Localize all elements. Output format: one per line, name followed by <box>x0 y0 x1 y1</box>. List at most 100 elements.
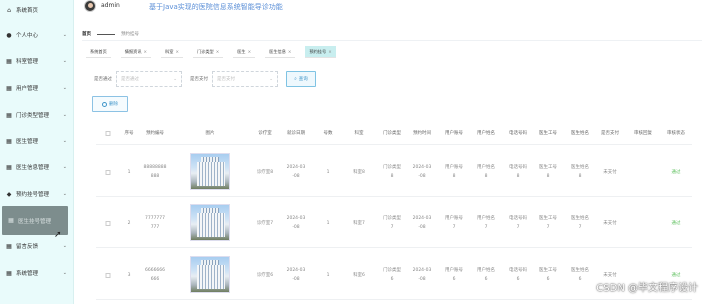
sidebar-item-label: 用户管理 <box>16 86 39 92</box>
grid-icon: ▦ <box>8 217 14 224</box>
tab[interactable]: 门诊类型 × <box>192 46 224 58</box>
search-button-label: 查询 <box>298 77 308 82</box>
sidebar-item-label: 个人中心 <box>16 33 39 39</box>
hospital-building-image[interactable] <box>190 153 230 190</box>
column-header[interactable]: 号数 <box>324 130 333 136</box>
cell-line: 8 <box>578 174 582 179</box>
cell-line: 7 <box>578 225 582 230</box>
close-icon[interactable]: × <box>328 49 332 54</box>
sidebar-item[interactable]: ▦ 医生信息管理 ⌄ <box>0 158 74 176</box>
row-checkbox[interactable] <box>105 221 111 226</box>
column-header[interactable]: 预约编号 <box>146 130 164 136</box>
cell-dept: 科室7 <box>353 221 365 226</box>
cell-room: 诊疗室8 <box>256 170 274 175</box>
cell-room: 诊疗室6 <box>256 273 274 278</box>
top-bar: admin 基于Java实现的医院信息系统智能导诊功能 <box>74 0 708 18</box>
cell-line: 用户账号 <box>445 268 463 273</box>
paid-select-placeholder: 是否支付 <box>217 77 235 82</box>
close-icon[interactable]: × <box>216 49 220 54</box>
row-checkbox[interactable] <box>105 170 111 175</box>
grid-icon: ▦ <box>6 269 12 277</box>
close-icon[interactable]: × <box>248 49 252 54</box>
cell-line: 用户账号 <box>445 216 463 221</box>
cell-line: 8 <box>390 174 394 179</box>
close-icon[interactable]: × <box>288 49 292 54</box>
cell-line: 2024-03 <box>286 216 306 221</box>
tab[interactable]: 科室 × <box>161 46 183 58</box>
row-checkbox[interactable] <box>105 273 111 278</box>
cell-line: 医生工号 <box>539 216 557 221</box>
column-header[interactable]: 用户姓名 <box>477 130 495 136</box>
column-header[interactable]: 电话号码 <box>509 130 527 136</box>
cell-line: 用户账号 <box>445 165 463 170</box>
sidebar-item[interactable]: ▦ 留言反馈 ⌄ <box>0 237 74 255</box>
cell-line: -08 <box>292 277 300 282</box>
sidebar-item[interactable]: ⌂ 系统首页 <box>0 1 74 19</box>
cell-doc-name: 医生姓名 8 <box>571 163 589 181</box>
column-header[interactable]: 审核回复 <box>634 130 652 136</box>
column-header[interactable]: 审核状态 <box>667 130 685 136</box>
cell-order-no: 7777777 777 <box>145 214 165 232</box>
column-header[interactable]: 诊疗室 <box>258 130 272 136</box>
cell-time: 2024-03 -08 <box>413 214 432 232</box>
column-header[interactable]: 预约时间 <box>413 130 431 136</box>
sidebar-item[interactable]: ▦ 医生管理 ⌄ <box>0 132 74 150</box>
paid-select[interactable]: 是否支付 ⌄ <box>212 71 278 87</box>
home-icon: ⌂ <box>7 6 11 14</box>
cell-line: 6 <box>546 277 550 282</box>
cell-order-no: 88888888 888 <box>144 163 167 181</box>
row-index: 3 <box>127 273 131 278</box>
column-header[interactable]: 门诊类型 <box>383 130 401 136</box>
cell-doc-name: 医生姓名 6 <box>571 266 589 284</box>
cell-line: -08 <box>292 225 300 230</box>
tab[interactable]: 医生 × <box>233 46 256 58</box>
cell-line: 电话号码 <box>509 268 527 273</box>
close-icon[interactable]: × <box>175 49 179 54</box>
column-header[interactable]: 序号 <box>125 130 134 136</box>
cell-date: 2024-03 -08 <box>287 266 306 284</box>
breadcrumb-current: 预约挂号 <box>121 32 139 37</box>
sidebar-item[interactable]: ▦ 门诊类型管理 ⌄ <box>0 106 74 124</box>
sidebar-item[interactable]: ▦ 用户管理 ⌄ <box>0 79 74 97</box>
column-header[interactable]: 就诊日期 <box>287 130 305 136</box>
tab[interactable]: 系统首页 <box>86 46 111 58</box>
row-divider <box>96 144 692 145</box>
avatar[interactable] <box>84 0 96 12</box>
tab[interactable]: 医生信息 × <box>265 46 296 58</box>
column-header[interactable]: 用户账号 <box>445 130 463 136</box>
close-icon[interactable]: × <box>144 49 148 54</box>
approved-select[interactable]: 是否通过 ⌄ <box>116 71 182 87</box>
cell-line: 门诊类型 <box>383 165 401 170</box>
cell-doc-id: 医生工号 7 <box>539 214 557 232</box>
breadcrumb-home[interactable]: 首页 <box>82 31 91 37</box>
sidebar-item[interactable]: ▦ 科室管理 ⌄ <box>0 52 74 70</box>
delete-button[interactable]: 删除 <box>92 96 128 112</box>
chevron-down-icon: ⌄ <box>62 58 67 64</box>
cell-line: 医生工号 <box>539 165 557 170</box>
sidebar-item[interactable]: ◆ 预约挂号管理 ⌄ <box>0 185 74 203</box>
cell-dept: 科室8 <box>353 170 365 175</box>
tab[interactable]: 情报资讯 × <box>120 46 152 58</box>
filter-bar: 是否通过 是否通过 ⌄ 是否支付 是否支付 ⌄ ⌕ 查询 <box>94 71 316 87</box>
select-all-checkbox[interactable] <box>105 131 111 136</box>
column-header[interactable]: 图片 <box>206 130 215 136</box>
grid-icon: ▦ <box>6 111 12 119</box>
sidebar-item[interactable]: ▦ 系统管理 ⌄ <box>0 264 74 282</box>
username[interactable]: admin <box>101 2 120 9</box>
column-header[interactable]: 医生姓名 <box>571 130 589 136</box>
column-header[interactable]: 是否支付 <box>601 130 619 136</box>
hospital-building-image[interactable] <box>190 204 230 241</box>
tab[interactable]: 预约挂号 × <box>305 46 336 58</box>
cell-account: 用户账号 8 <box>445 163 463 181</box>
row-divider <box>96 247 692 248</box>
column-header[interactable]: 科室 <box>355 130 364 136</box>
cell-line: 2024-03 <box>286 165 306 170</box>
cell-line: 7 <box>452 225 456 230</box>
hospital-building-image[interactable] <box>190 256 230 293</box>
search-button[interactable]: ⌕ 查询 <box>286 71 316 87</box>
sidebar-item[interactable]: ● 个人中心 ⌄ <box>0 26 74 44</box>
cell-line: 666 <box>150 277 160 282</box>
sidebar-item-label: 系统首页 <box>16 8 39 14</box>
column-header[interactable]: 医生工号 <box>539 130 557 136</box>
delete-icon <box>102 101 107 107</box>
